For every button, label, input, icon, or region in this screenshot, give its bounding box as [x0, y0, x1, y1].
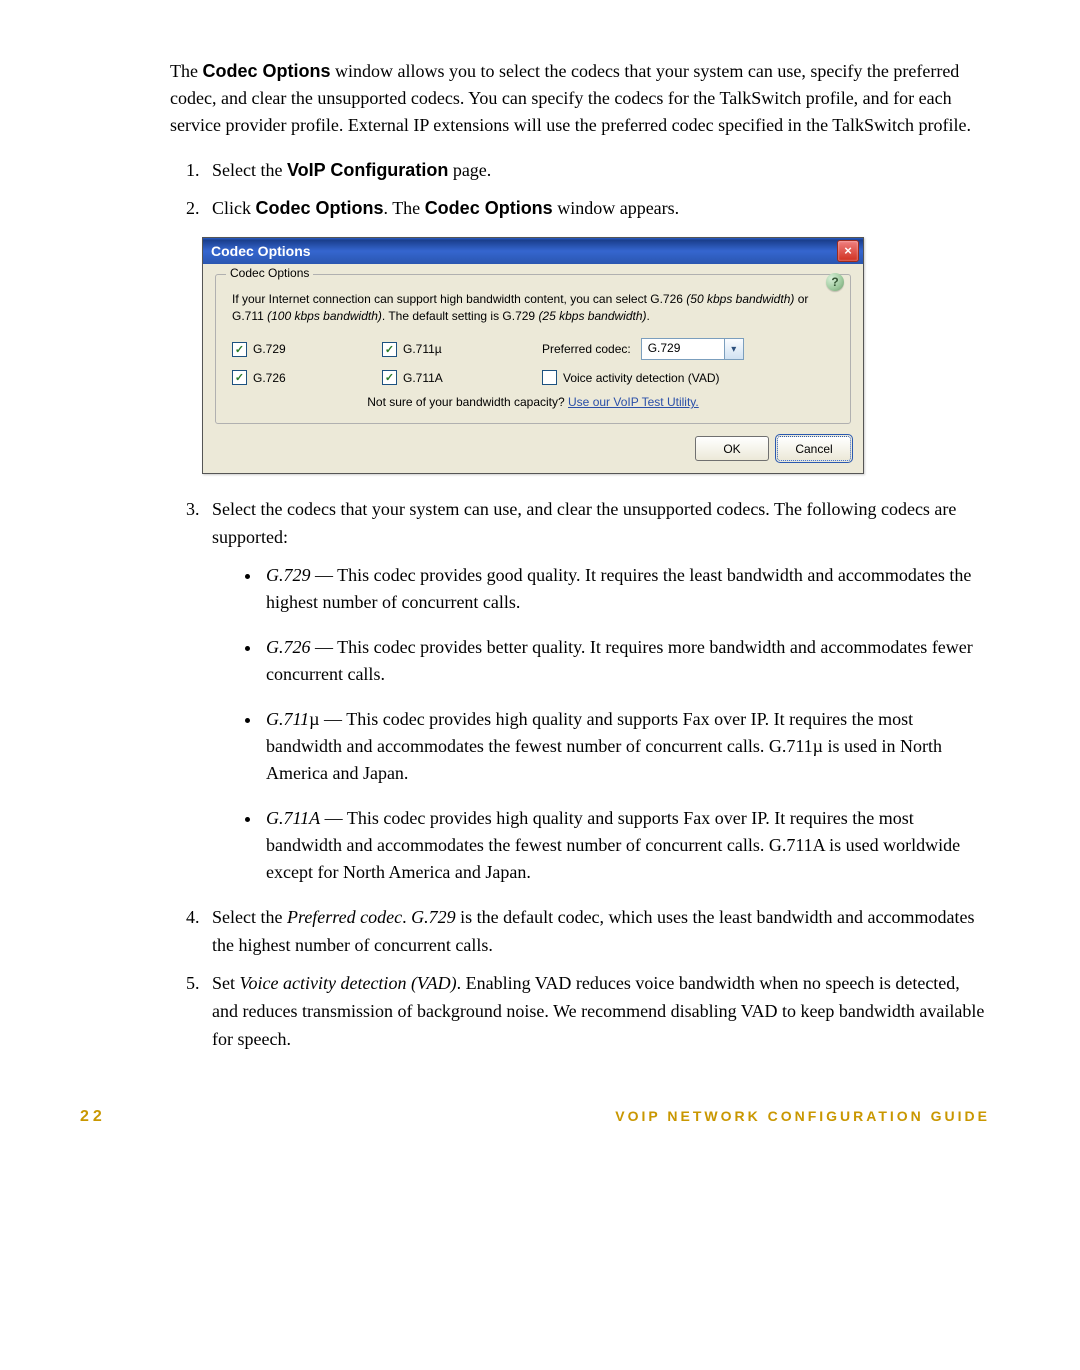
button-label: OK [723, 442, 740, 456]
step-5: Set Voice activity detection (VAD). Enab… [204, 970, 990, 1054]
bold-term: Codec Options [425, 198, 553, 218]
bold-term: VoIP Configuration [287, 160, 448, 180]
help-icon[interactable]: ? [826, 273, 844, 291]
text: Select the [212, 160, 287, 180]
steps-list-3-5: Select the codecs that your system can u… [170, 496, 990, 1053]
text: . The [384, 198, 425, 218]
select-value: G.729 [642, 339, 724, 359]
voip-test-utility-link[interactable]: Use our VoIP Test Utility. [568, 395, 699, 409]
text: Set [212, 973, 240, 993]
info-text: If your Internet connection can support … [232, 291, 834, 325]
italic-text: (100 kbps bandwidth) [267, 309, 382, 323]
checkbox-label: G.711µ [403, 342, 442, 356]
text: — This codec provides good quality. It r… [266, 565, 971, 612]
page-number: 22 [80, 1108, 106, 1126]
checkbox-icon [382, 342, 397, 357]
chevron-down-icon: ▾ [724, 339, 743, 359]
bandwidth-hint: Not sure of your bandwidth capacity? Use… [232, 395, 834, 409]
checkbox-label: G.711A [403, 371, 443, 385]
text: . [647, 309, 650, 323]
text: — This codec provides better quality. It… [266, 637, 973, 684]
italic-text: Preferred codec [287, 907, 402, 927]
preferred-codec-label: Preferred codec: [542, 342, 631, 356]
bullet-g711u: G.711µ — This codec provides high qualit… [262, 706, 990, 787]
italic-text: Voice activity detection (VAD) [240, 973, 457, 993]
button-label: Cancel [795, 442, 832, 456]
checkbox-vad[interactable]: Voice activity detection (VAD) [542, 370, 720, 385]
text: Select the codecs that your system can u… [212, 499, 956, 547]
checkbox-g711u[interactable]: G.711µ [382, 342, 442, 357]
italic-text: G.711A [266, 808, 320, 828]
dialog-body: Codec Options ? If your Internet connect… [203, 264, 863, 474]
text: — This codec provides high quality and s… [266, 808, 960, 882]
text: page. [448, 160, 491, 180]
checkbox-label: G.726 [253, 371, 286, 385]
page-footer: 22 VOIP NETWORK CONFIGURATION GUIDE [0, 1108, 1080, 1166]
checkbox-label: G.729 [253, 342, 286, 356]
window-title: Codec Options [211, 243, 311, 259]
italic-text: (25 kbps bandwidth) [538, 309, 646, 323]
checkbox-icon [232, 342, 247, 357]
checkbox-icon [382, 370, 397, 385]
step-4: Select the Preferred codec. G.729 is the… [204, 904, 990, 960]
bullet-g729: G.729 — This codec provides good quality… [262, 562, 990, 616]
text: window appears. [553, 198, 679, 218]
checkbox-g711a[interactable]: G.711A [382, 370, 443, 385]
text: . The default setting is G.729 [382, 309, 539, 323]
close-button[interactable]: × [837, 240, 859, 262]
codec-options-dialog: Codec Options × Codec Options ? If your … [202, 237, 864, 475]
italic-text: G.711 [266, 709, 309, 729]
text: Click [212, 198, 256, 218]
italic-text: G.729 [266, 565, 311, 585]
steps-list-1-2: Select the VoIP Configuration page. Clic… [170, 157, 990, 223]
codec-bullets: G.729 — This codec provides good quality… [234, 562, 990, 886]
codec-options-group: Codec Options ? If your Internet connect… [215, 274, 851, 425]
group-title: Codec Options [226, 266, 313, 280]
intro-paragraph: The Codec Options window allows you to s… [170, 58, 990, 139]
title-bar: Codec Options × [203, 238, 863, 264]
bold-term: Codec Options [256, 198, 384, 218]
bullet-g726: G.726 — This codec provides better quali… [262, 634, 990, 688]
preferred-codec-select[interactable]: G.729 ▾ [641, 338, 744, 360]
step-2: Click Codec Options. The Codec Options w… [204, 195, 990, 223]
text: Select the [212, 907, 287, 927]
dialog-screenshot: Codec Options × Codec Options ? If your … [202, 237, 990, 475]
codec-row-2: G.726 G.711A Voice activity detection (V… [232, 370, 834, 385]
text: . [402, 907, 411, 927]
checkbox-icon [232, 370, 247, 385]
text: µ — This codec provides high quality and… [266, 709, 942, 783]
checkbox-g729[interactable]: G.729 [232, 342, 286, 357]
italic-text: G.729 [411, 907, 456, 927]
checkbox-label: Voice activity detection (VAD) [563, 371, 720, 385]
cancel-button[interactable]: Cancel [777, 436, 851, 461]
bullet-g711a: G.711A — This codec provides high qualit… [262, 805, 990, 886]
close-icon: × [844, 243, 852, 258]
step-1: Select the VoIP Configuration page. [204, 157, 990, 185]
footer-title: VOIP NETWORK CONFIGURATION GUIDE [615, 1108, 990, 1124]
checkbox-g726[interactable]: G.726 [232, 370, 286, 385]
codec-row-1: G.729 G.711µ Preferred codec: G.729 ▾ [232, 338, 834, 360]
step-3: Select the codecs that your system can u… [204, 496, 990, 886]
italic-text: G.726 [266, 637, 311, 657]
italic-text: (50 kbps bandwidth) [686, 292, 794, 306]
dialog-buttons: OK Cancel [215, 436, 851, 461]
text: Not sure of your bandwidth capacity? [367, 395, 568, 409]
text: If your Internet connection can support … [232, 292, 686, 306]
question-mark-icon: ? [831, 275, 838, 289]
bold-term: Codec Options [202, 61, 330, 81]
checkbox-icon [542, 370, 557, 385]
ok-button[interactable]: OK [695, 436, 769, 461]
text: The [170, 61, 202, 81]
